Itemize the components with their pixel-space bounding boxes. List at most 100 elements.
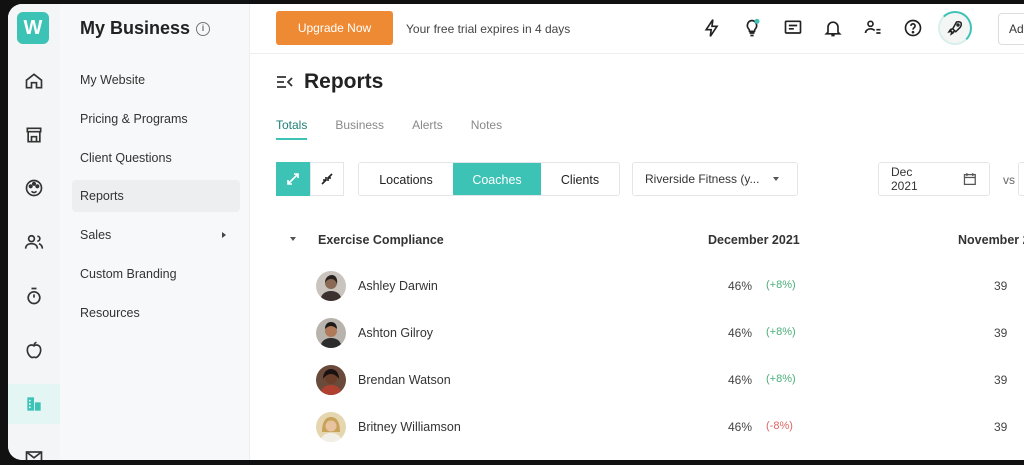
chat-icon: [784, 20, 802, 34]
view-switcher: Locations Coaches Clients: [358, 162, 620, 196]
rail-business[interactable]: [8, 384, 60, 424]
compliance-delta: (+8%): [766, 279, 796, 291]
rail-mail[interactable]: [8, 437, 60, 460]
tab-alerts[interactable]: Alerts: [412, 118, 443, 140]
sidebar-item-label: My Website: [80, 73, 146, 87]
lightbulb-icon: [746, 18, 760, 37]
rocket-icon: [947, 21, 962, 36]
tab-totals[interactable]: Totals: [276, 118, 308, 140]
lightning-button[interactable]: [701, 17, 723, 39]
date-picker-value: Dec 2021: [891, 165, 918, 193]
page-header: Reports: [276, 70, 383, 94]
coach-name: Ashton Gilroy: [358, 326, 434, 340]
help-button[interactable]: [902, 17, 924, 39]
main-content: Reports Totals Business Alerts Notes Loc…: [250, 54, 1024, 460]
sidebar-item-label: Client Questions: [80, 150, 172, 165]
rail-store[interactable]: [8, 115, 60, 155]
business-title-text: My Business: [80, 18, 191, 38]
sidebar-item-label: Sales: [80, 228, 112, 243]
notifications-button[interactable]: [822, 17, 844, 39]
coach-name: Ashley Darwin: [358, 279, 438, 293]
rail-palette[interactable]: [8, 168, 60, 208]
expand-button[interactable]: [276, 162, 310, 196]
sidebar-item-resources[interactable]: Resources: [72, 297, 240, 329]
previous-value: 39: [994, 326, 1008, 340]
stopwatch-icon: [27, 287, 41, 305]
vs-label: vs: [1003, 173, 1015, 187]
apple-icon: [26, 341, 42, 359]
calendar-icon: [964, 173, 977, 186]
rail-people[interactable]: [8, 222, 60, 262]
ideas-button[interactable]: [741, 17, 763, 39]
home-icon: [25, 73, 43, 89]
add-button[interactable]: Ad: [998, 13, 1024, 45]
business-sidebar: My Business i My Website Pricing & Progr…: [60, 4, 250, 460]
mail-icon: [25, 451, 43, 460]
app-window: W My Business i My Website Pricing & Pro…: [8, 4, 1024, 460]
collapse-menu-icon[interactable]: [276, 74, 294, 90]
sidebar-item-custom-branding[interactable]: Custom Branding: [72, 258, 240, 290]
info-icon[interactable]: i: [196, 21, 211, 36]
chevron-down-icon[interactable]: [290, 237, 296, 241]
compare-date-picker[interactable]: [1018, 162, 1024, 196]
avatar: [316, 318, 346, 348]
getting-started-button[interactable]: [938, 11, 972, 45]
compliance-value: 46%: [728, 279, 753, 293]
sidebar-item-my-website[interactable]: My Website: [72, 64, 240, 96]
sidebar-item-label: Pricing & Programs: [80, 111, 188, 126]
palette-icon: [25, 179, 43, 197]
sidebar-item-client-questions[interactable]: Client Questions: [72, 142, 240, 174]
page-title: Reports: [304, 70, 384, 93]
sidebar-item-sales[interactable]: Sales: [72, 219, 240, 251]
trial-notice: Your free trial expires in 4 days: [406, 22, 571, 36]
upgrade-now-button[interactable]: Upgrade Now: [276, 11, 393, 45]
coach-name: Brendan Watson: [358, 373, 451, 387]
tab-business[interactable]: Business: [335, 118, 384, 140]
compliance-value: 46%: [728, 420, 753, 434]
previous-value: 39: [994, 373, 1008, 387]
location-select-value: Riverside Fitness (y...: [645, 172, 760, 186]
date-picker[interactable]: Dec 2021: [878, 162, 990, 196]
group-label: Exercise Compliance: [318, 233, 444, 247]
table-header: Exercise Compliance December 2021 Novemb…: [276, 230, 1024, 250]
store-icon: [26, 127, 42, 143]
location-select[interactable]: Riverside Fitness (y...: [632, 162, 798, 196]
column-header-current: December 2021: [708, 233, 800, 247]
table-row[interactable]: Ashley Darwin 46% (+8%) 39: [276, 266, 1024, 306]
chevron-right-icon: [222, 232, 226, 239]
tab-clients[interactable]: Clients: [541, 163, 619, 195]
messages-button[interactable]: [782, 17, 804, 39]
avatar: [316, 412, 346, 442]
rail-home[interactable]: [8, 61, 60, 101]
compliance-delta: (-8%): [766, 420, 793, 432]
report-tabs: Totals Business Alerts Notes: [276, 118, 530, 140]
building-icon: [27, 397, 41, 411]
icon-rail: W: [8, 4, 60, 460]
table-row[interactable]: Ashton Gilroy 46% (+8%) 39: [276, 313, 1024, 353]
sidebar-item-reports[interactable]: Reports: [72, 180, 240, 213]
table-row[interactable]: Britney Williamson 46% (-8%) 39: [276, 407, 1024, 447]
tab-locations[interactable]: Locations: [359, 163, 453, 195]
rail-stopwatch[interactable]: [8, 276, 60, 316]
business-title: My Business i: [80, 18, 211, 39]
previous-value: 39: [994, 420, 1008, 434]
table-row[interactable]: Brendan Watson 46% (+8%) 39: [276, 360, 1024, 400]
compliance-value: 46%: [728, 326, 753, 340]
compliance-value: 46%: [728, 373, 753, 387]
coach-name: Britney Williamson: [358, 420, 461, 434]
sidebar-item-pricing[interactable]: Pricing & Programs: [72, 103, 240, 135]
sidebar-item-label: Resources: [80, 305, 140, 320]
app-logo[interactable]: W: [17, 12, 49, 44]
collapse-button[interactable]: [310, 162, 344, 196]
people-icon: [24, 234, 44, 249]
tab-coaches[interactable]: Coaches: [453, 163, 541, 195]
column-header-previous: November 20: [958, 233, 1024, 247]
sidebar-nav: My Website Pricing & Programs Client Que…: [72, 64, 240, 336]
rail-nutrition[interactable]: [8, 330, 60, 370]
tab-notes[interactable]: Notes: [471, 118, 502, 140]
top-bar: Upgrade Now Your free trial expires in 4…: [250, 4, 1024, 54]
chevron-down-icon: [773, 177, 780, 181]
switch-account-button[interactable]: [862, 17, 884, 39]
collapse-icon: [321, 173, 333, 185]
sidebar-item-label: Custom Branding: [80, 266, 177, 281]
